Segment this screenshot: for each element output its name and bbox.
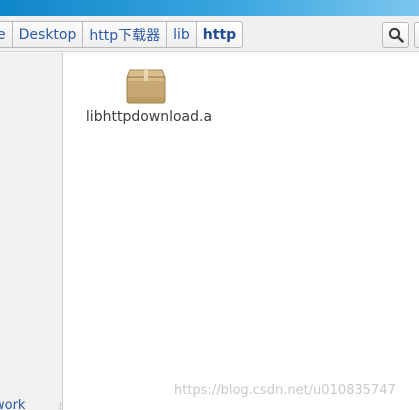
file-name: libhttpdownload.a bbox=[85, 109, 213, 125]
breadcrumb-lib[interactable]: lib bbox=[167, 21, 197, 48]
breadcrumb-home[interactable]: e bbox=[0, 21, 13, 48]
sidebar-resize-handle[interactable] bbox=[60, 403, 63, 410]
breadcrumb-http-downloader[interactable]: http下载器 bbox=[83, 21, 168, 48]
breadcrumb: e Desktop http下载器 lib http bbox=[0, 21, 244, 48]
search-icon bbox=[388, 27, 404, 43]
location-toolbar: e Desktop http下载器 lib http bbox=[0, 16, 419, 52]
places-sidebar: work bbox=[0, 53, 63, 410]
sidebar-item-network[interactable]: work bbox=[0, 398, 25, 410]
search-button[interactable] bbox=[382, 22, 409, 48]
file-item[interactable]: libhttpdownload.a bbox=[84, 67, 214, 137]
file-view: libhttpdownload.a bbox=[64, 53, 419, 410]
window-title-bar bbox=[0, 0, 419, 16]
package-icon bbox=[126, 69, 166, 104]
watermark-text: https://blog.csdn.net/u010835747 bbox=[174, 383, 396, 398]
breadcrumb-http[interactable]: http bbox=[196, 21, 244, 48]
breadcrumb-desktop[interactable]: Desktop bbox=[12, 21, 84, 48]
toolbar-next-button[interactable] bbox=[414, 22, 419, 48]
